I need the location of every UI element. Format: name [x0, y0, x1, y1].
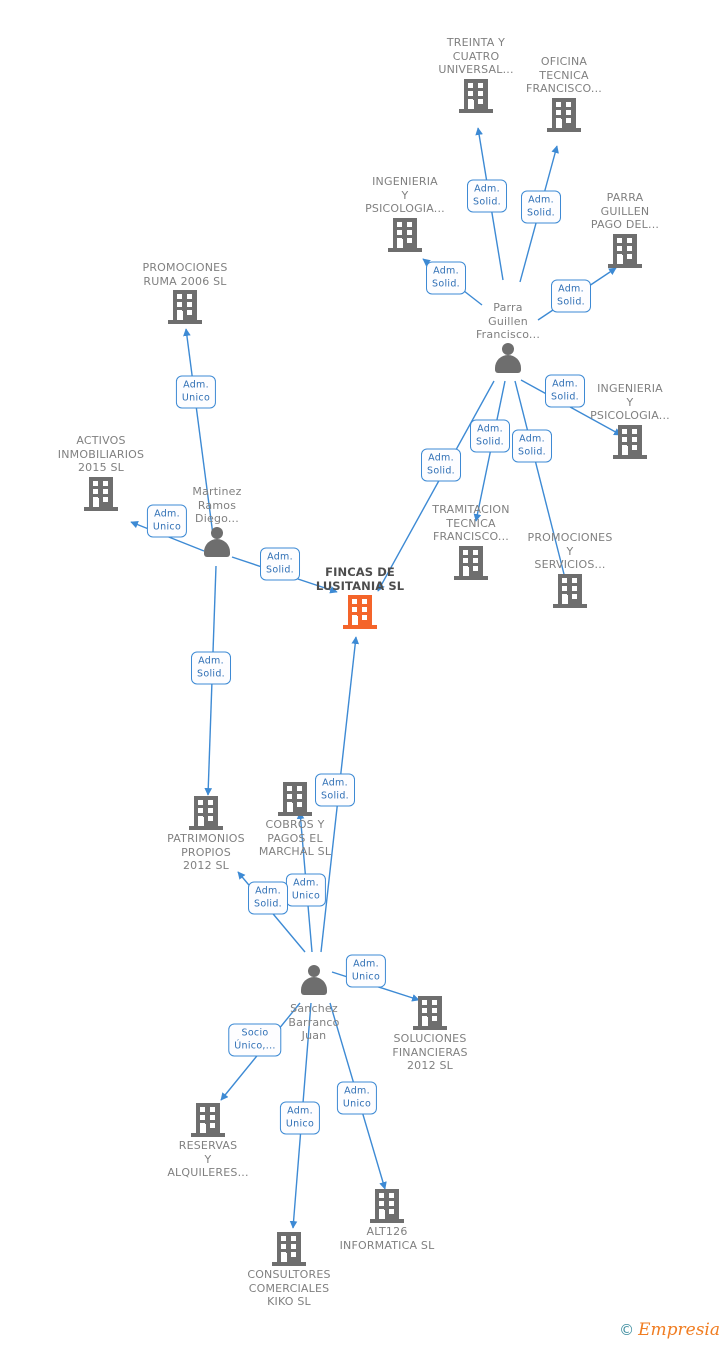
edge-label-e8[interactable]: Adm. Solid.: [421, 448, 461, 482]
node-parra_pago[interactable]: PARRA GUILLEN PAGO DEL...: [560, 191, 690, 271]
node-icon-slot[interactable]: [343, 593, 377, 631]
node-icon-slot[interactable]: [370, 1187, 404, 1225]
edge-label-e18[interactable]: Adm. Unico: [279, 1101, 321, 1135]
edge-label-e1[interactable]: Adm. Solid.: [467, 179, 507, 213]
node-icon-slot[interactable]: [413, 994, 447, 1032]
node-label: PARRA GUILLEN PAGO DEL...: [590, 191, 660, 231]
edge-label-e19[interactable]: Adm. Unico: [336, 1081, 378, 1115]
building-icon: [459, 77, 493, 115]
edge-label-e9[interactable]: Adm. Unico: [175, 375, 217, 409]
node-icon-slot[interactable]: [278, 780, 312, 818]
edge-label-e3[interactable]: Adm. Solid.: [426, 261, 466, 295]
building-icon: [272, 1230, 306, 1268]
node-soluciones_fin[interactable]: SOLUCIONES FINANCIERAS 2012 SL: [365, 993, 495, 1073]
person-icon: [297, 964, 331, 996]
node-icon-slot[interactable]: [297, 964, 331, 1002]
edge-label-e13[interactable]: Adm. Solid.: [315, 773, 355, 807]
node-icon-slot[interactable]: [388, 216, 422, 254]
node-label: SOLUCIONES FINANCIERAS 2012 SL: [392, 1032, 468, 1072]
watermark: © Empresia: [619, 1322, 720, 1339]
node-fincas_lusitania[interactable]: FINCAS DE LUSITANIA SL: [295, 565, 425, 632]
building-icon: [613, 423, 647, 461]
building-icon: [343, 593, 377, 631]
node-icon-slot[interactable]: [459, 77, 493, 115]
node-icon-slot[interactable]: [491, 342, 525, 380]
node-activos_inmo[interactable]: ACTIVOS INMOBILIARIOS 2015 SL: [36, 434, 166, 514]
edge-label-e7[interactable]: Adm. Solid.: [512, 429, 552, 463]
edge-label-e6[interactable]: Adm. Solid.: [470, 419, 510, 453]
building-icon: [168, 288, 202, 326]
node-icon-slot[interactable]: [608, 232, 642, 270]
building-icon: [191, 1101, 225, 1139]
building-icon: [454, 544, 488, 582]
edge-label-e17[interactable]: Socio Único,...: [228, 1023, 282, 1057]
node-label: RESERVAS Y ALQUILERES...: [167, 1139, 249, 1179]
node-reservas_alq[interactable]: RESERVAS Y ALQUILERES...: [143, 1100, 273, 1180]
edge-label-e11[interactable]: Adm. Solid.: [260, 547, 300, 581]
copyright-icon: ©: [619, 1321, 635, 1339]
brand-name: Empresia: [638, 1320, 720, 1340]
building-icon: [608, 232, 642, 270]
building-icon: [553, 572, 587, 610]
node-icon-slot[interactable]: [272, 1230, 306, 1268]
building-icon: [370, 1187, 404, 1225]
building-icon: [84, 475, 118, 513]
node-promo_servicios[interactable]: PROMOCIONES Y SERVICIOS...: [505, 531, 635, 611]
node-icon-slot[interactable]: [547, 96, 581, 134]
node-oficina_tecnica[interactable]: OFICINA TECNICA FRANCISCO...: [499, 55, 629, 135]
node-icon-slot[interactable]: [613, 423, 647, 461]
building-icon: [278, 780, 312, 818]
edge-label-e14[interactable]: Adm. Unico: [285, 873, 327, 907]
person-icon: [200, 526, 234, 558]
edge-label-e15[interactable]: Adm. Solid.: [248, 881, 288, 915]
edge-label-e2[interactable]: Adm. Solid.: [521, 190, 561, 224]
building-icon: [189, 794, 223, 832]
node-parra_guillen[interactable]: Parra Guillen Francisco...: [443, 301, 573, 381]
node-consultores_kiko[interactable]: CONSULTORES COMERCIALES KIKO SL: [224, 1229, 354, 1309]
node-label: OFICINA TECNICA FRANCISCO...: [526, 55, 602, 95]
building-icon: [413, 994, 447, 1032]
edge-label-e16[interactable]: Adm. Unico: [345, 954, 387, 988]
node-patrimonios[interactable]: PATRIMONIOS PROPIOS 2012 SL: [141, 793, 271, 873]
node-icon-slot[interactable]: [84, 475, 118, 513]
edge-label-e5[interactable]: Adm. Solid.: [545, 374, 585, 408]
building-icon: [388, 216, 422, 254]
node-icon-slot[interactable]: [553, 572, 587, 610]
node-promociones_ruma[interactable]: PROMOCIONES RUMA 2006 SL: [120, 261, 250, 327]
node-label: CONSULTORES COMERCIALES KIKO SL: [247, 1268, 331, 1308]
node-label: PROMOCIONES RUMA 2006 SL: [142, 261, 228, 288]
building-icon: [547, 96, 581, 134]
edge-label-e10[interactable]: Adm. Unico: [146, 504, 188, 538]
node-icon-slot[interactable]: [191, 1101, 225, 1139]
node-label: PROMOCIONES Y SERVICIOS...: [527, 531, 613, 571]
node-icon-slot[interactable]: [189, 794, 223, 832]
node-label: FINCAS DE LUSITANIA SL: [315, 565, 405, 593]
node-icon-slot[interactable]: [168, 288, 202, 326]
edge-label-e4[interactable]: Adm. Solid.: [551, 279, 591, 313]
person-icon: [491, 342, 525, 374]
node-ing_psico_top[interactable]: INGENIERIA Y PSICOLOGIA...: [340, 175, 470, 255]
network-diagram-canvas: TREINTA Y CUATRO UNIVERSAL... OFICINA TEC…: [0, 0, 728, 1345]
node-icon-slot[interactable]: [200, 526, 234, 564]
node-icon-slot[interactable]: [454, 544, 488, 582]
edge-label-e12[interactable]: Adm. Solid.: [191, 651, 231, 685]
node-label: PATRIMONIOS PROPIOS 2012 SL: [167, 832, 245, 872]
node-label: ACTIVOS INMOBILIARIOS 2015 SL: [57, 434, 145, 474]
node-label: INGENIERIA Y PSICOLOGIA...: [365, 175, 445, 215]
